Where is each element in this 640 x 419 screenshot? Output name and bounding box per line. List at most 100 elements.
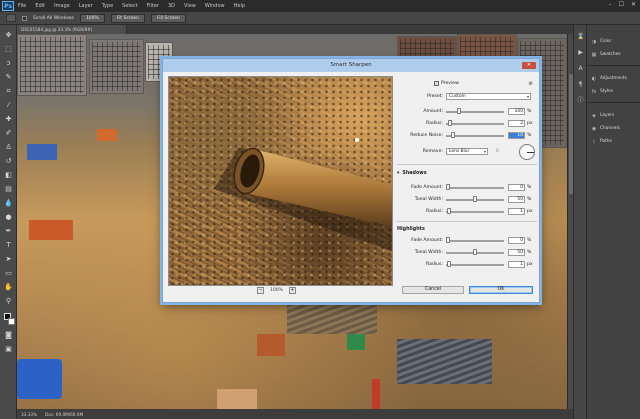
highlight-tonal-slider[interactable] [446, 248, 504, 257]
reduce-noise-slider[interactable] [446, 131, 504, 140]
zoom-tool-icon[interactable]: ⚲ [4, 297, 13, 306]
remove-select[interactable]: Lens Blur [446, 148, 488, 155]
slider-thumb[interactable] [473, 249, 477, 255]
path-select-icon[interactable]: ➤ [4, 255, 13, 264]
ok-button[interactable]: OK [469, 286, 533, 294]
angle-value: 0 [496, 149, 499, 154]
brush-tool-icon[interactable]: ✐ [4, 129, 13, 138]
highlights-header[interactable]: Highlights [397, 225, 537, 234]
highlight-tonal-field[interactable]: 50 [508, 249, 525, 256]
hand-tool-icon[interactable]: ✋ [4, 283, 13, 292]
zoom-out-icon[interactable]: − [257, 287, 264, 294]
hand-tool-icon[interactable] [6, 14, 16, 22]
reduce-noise-field[interactable]: 10 [508, 132, 525, 139]
preset-select[interactable]: Custom [446, 93, 531, 100]
menu-window[interactable]: Window [205, 3, 225, 9]
screen-mode-icon[interactable]: ▣ [4, 345, 13, 354]
panel-paths[interactable]: ⌇ Paths [587, 135, 640, 148]
menu-edit[interactable]: Edit [35, 3, 45, 9]
shadow-fade-slider[interactable] [446, 183, 504, 192]
character-icon[interactable]: A [577, 65, 584, 72]
highlight-fade-slider[interactable] [446, 236, 504, 245]
zoom-in-icon[interactable]: + [288, 287, 296, 294]
amount-field[interactable]: 100 [508, 108, 525, 115]
healing-tool-icon[interactable]: ✚ [4, 115, 13, 124]
slider-thumb[interactable] [456, 108, 461, 114]
angle-dial[interactable] [519, 144, 535, 160]
move-tool-icon[interactable]: ✥ [4, 31, 13, 40]
slider-thumb[interactable] [447, 120, 452, 126]
quick-mask-icon[interactable]: ◙ [4, 331, 13, 340]
panel-swatches[interactable]: ▦ Swatches [587, 48, 640, 61]
menu-image[interactable]: Image [54, 3, 70, 9]
eyedropper-tool-icon[interactable]: ⁄ [4, 101, 13, 110]
dialog-titlebar[interactable]: Smart Sharpen ✕ [163, 59, 539, 72]
dialog-close-icon[interactable]: ✕ [522, 62, 536, 69]
marquee-tool-icon[interactable]: ⬚ [4, 45, 13, 54]
reduce-noise-row: Reduce Noise: 10 % [399, 131, 537, 140]
panel-adjustments[interactable]: ◐ Adjustments [587, 72, 640, 85]
slider-thumb[interactable] [446, 208, 451, 214]
panel-styles[interactable]: fx Styles [587, 85, 640, 98]
crop-tool-icon[interactable]: ⌗ [4, 87, 13, 96]
document-tab[interactable]: DSC01584.jpg @ 33.3% (RGB/8#) [17, 25, 127, 34]
menu-select[interactable]: Select [122, 3, 137, 9]
slider-thumb[interactable] [446, 237, 450, 243]
shape-tool-icon[interactable]: ▭ [4, 269, 13, 278]
menu-help[interactable]: Help [234, 3, 245, 9]
panel-color[interactable]: ◑ Color [587, 35, 640, 48]
blur-tool-icon[interactable]: 💧 [4, 199, 13, 208]
menu-view[interactable]: View [184, 3, 196, 9]
menu-file[interactable]: File [18, 3, 26, 9]
stamp-tool-icon[interactable]: ♙ [4, 143, 13, 152]
shadow-radius-field[interactable]: 1 [508, 208, 525, 215]
paragraph-icon[interactable]: ¶ [577, 81, 584, 88]
minimize-icon[interactable]: – [609, 1, 612, 8]
radius-slider[interactable] [446, 119, 504, 128]
history-brush-icon[interactable]: ↺ [4, 157, 13, 166]
slider-thumb[interactable] [446, 261, 451, 267]
fill-screen-button[interactable]: Fill Screen [150, 13, 186, 23]
shadows-header[interactable]: ▾ Shadows [397, 169, 537, 178]
shadow-fade-field[interactable]: 0 [508, 184, 525, 191]
gear-icon[interactable]: ⚙ [529, 81, 533, 87]
panel-channels[interactable]: ◉ Channels [587, 122, 640, 135]
preview-checkbox[interactable]: ✓ [434, 81, 439, 86]
menu-3d[interactable]: 3D [168, 3, 175, 9]
menu-layer[interactable]: Layer [79, 3, 93, 9]
maximize-icon[interactable]: ☐ [619, 1, 624, 8]
properties-icon[interactable]: ⓘ [577, 97, 584, 104]
cancel-button[interactable]: Cancel [402, 286, 464, 294]
zoom-100-button[interactable]: 100% [79, 13, 105, 23]
highlight-fade-field[interactable]: 0 [508, 237, 525, 244]
fit-screen-button[interactable]: Fit Screen [110, 13, 145, 23]
shadow-radius-slider[interactable] [446, 207, 504, 216]
slider-thumb[interactable] [446, 184, 450, 190]
slider-thumb[interactable] [473, 196, 477, 202]
lasso-tool-icon[interactable]: ↄ [4, 59, 13, 68]
menu-type[interactable]: Type [102, 3, 113, 9]
reduce-noise-unit: % [527, 133, 532, 138]
preview-image[interactable] [168, 76, 393, 286]
radius-field[interactable]: 2 [508, 120, 525, 127]
dodge-tool-icon[interactable]: ● [4, 213, 13, 222]
slider-thumb[interactable] [451, 132, 456, 138]
background-color-swatch[interactable] [8, 318, 15, 325]
pen-tool-icon[interactable]: ✒ [4, 227, 13, 236]
highlight-radius-field[interactable]: 1 [508, 261, 525, 268]
eraser-tool-icon[interactable]: ◧ [4, 171, 13, 180]
close-icon[interactable]: ✕ [631, 1, 636, 8]
type-tool-icon[interactable]: T [4, 241, 13, 250]
zoom-readout[interactable]: 33.33% [21, 412, 37, 417]
shadow-tonal-slider[interactable] [446, 195, 504, 204]
history-icon[interactable]: ⌛ [577, 33, 584, 40]
quick-select-tool-icon[interactable]: ✎ [4, 73, 13, 82]
panel-layers[interactable]: ◈ Layers [587, 109, 640, 122]
gradient-tool-icon[interactable]: ▤ [4, 185, 13, 194]
actions-icon[interactable]: ▶ [577, 49, 584, 56]
highlight-radius-slider[interactable] [446, 260, 504, 269]
shadow-tonal-field[interactable]: 50 [508, 196, 525, 203]
scroll-all-checkbox[interactable] [22, 15, 27, 21]
amount-slider[interactable] [446, 107, 504, 116]
menu-filter[interactable]: Filter [147, 3, 159, 9]
